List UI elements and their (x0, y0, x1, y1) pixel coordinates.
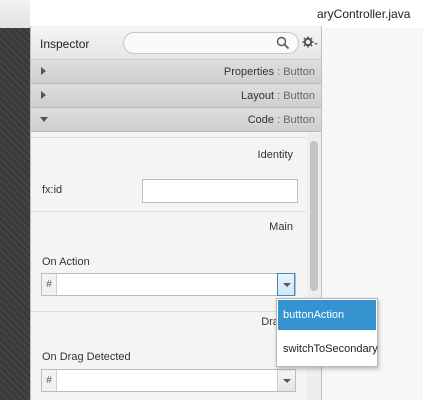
on-action-combo[interactable]: # (41, 273, 296, 296)
section-layout-target: Button (283, 90, 315, 102)
menu-item-button-action[interactable]: buttonAction (278, 300, 376, 330)
on-action-label: On Action (42, 256, 90, 268)
hash-prefix: # (42, 274, 57, 295)
gear-icon[interactable] (302, 35, 318, 49)
chevron-right-icon (41, 91, 46, 99)
fxid-input[interactable] (142, 179, 298, 203)
on-drag-detected-dropdown-button[interactable] (277, 370, 295, 391)
chevron-right-icon (41, 67, 46, 75)
inspector-header: Inspector (31, 26, 321, 60)
section-code[interactable]: Code : Button (31, 108, 321, 132)
inspector-title: Inspector (40, 37, 90, 51)
divider (31, 311, 306, 312)
section-properties[interactable]: Properties : Button (31, 60, 321, 84)
identity-title: Identity (257, 149, 293, 161)
hash-prefix: # (42, 370, 57, 391)
left-toolbar (0, 0, 30, 29)
chevron-down-icon (40, 117, 48, 122)
search-field[interactable] (123, 32, 299, 54)
chevron-down-icon (283, 283, 291, 287)
fxid-label: fx:id (42, 184, 63, 196)
canvas-area (0, 28, 30, 400)
divider (31, 137, 306, 138)
divider (31, 211, 306, 212)
section-layout-label: Layout (240, 90, 275, 102)
menu-item-switch-to-secondary[interactable]: switchToSecondary (278, 334, 378, 364)
on-action-dropdown-button[interactable] (277, 273, 295, 296)
section-code-target: Button (283, 114, 315, 126)
scrollbar-thumb[interactable] (310, 141, 318, 291)
main-title: Main (269, 221, 293, 233)
chevron-down-icon (283, 379, 291, 383)
section-layout[interactable]: Layout : Button (31, 84, 321, 108)
search-icon[interactable] (276, 36, 290, 50)
section-code-label: Code (247, 114, 275, 126)
on-drag-detected-combo[interactable]: # (41, 369, 296, 392)
section-properties-target: Button (283, 66, 315, 78)
editor-tab[interactable]: aryController.java (317, 0, 423, 29)
on-drag-detected-label: On Drag Detected (42, 351, 131, 363)
editor-tab-title[interactable]: aryController.java (317, 7, 410, 21)
handler-dropdown-menu: buttonAction switchToSecondary (276, 298, 378, 367)
section-properties-label: Properties (223, 66, 275, 78)
